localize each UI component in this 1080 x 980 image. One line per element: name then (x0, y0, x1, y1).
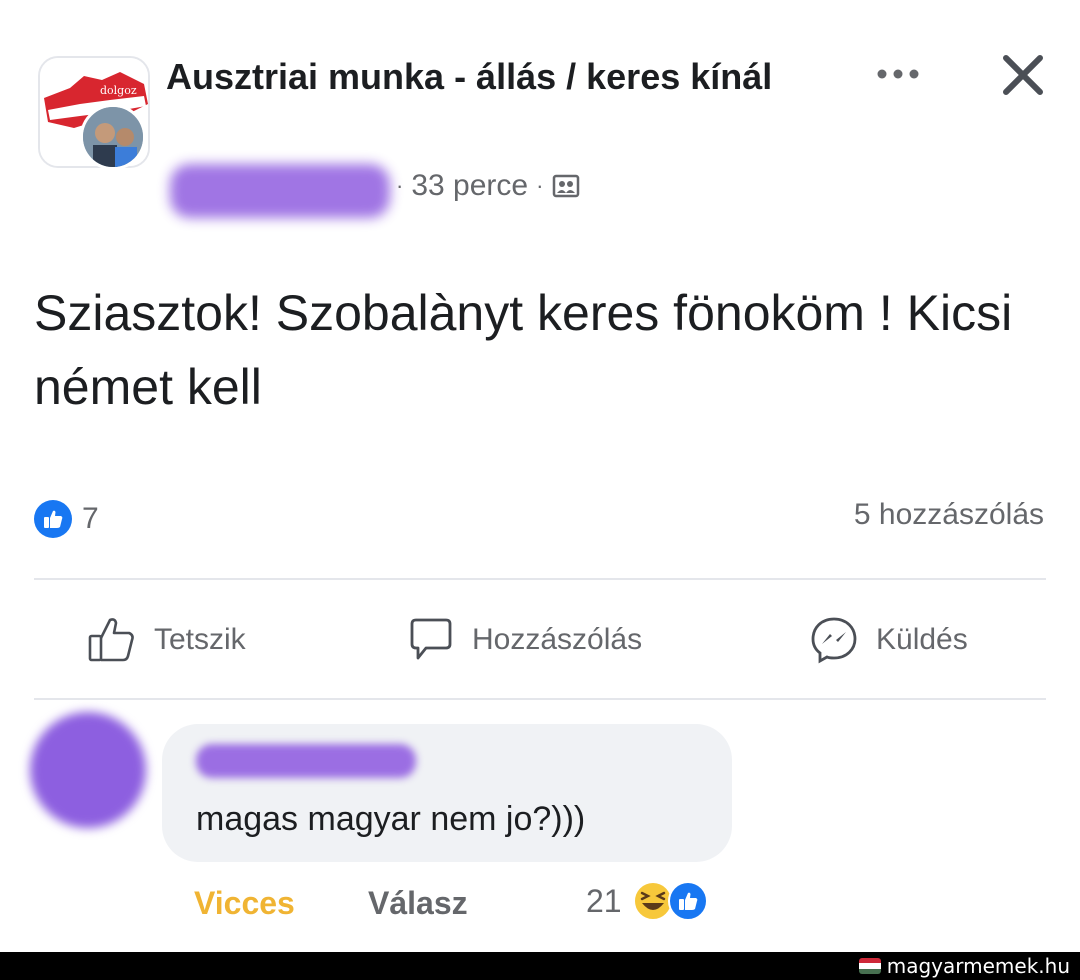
comment-text: magas magyar nem jo?))) (196, 800, 586, 838)
like-label: Tetszik (154, 623, 246, 656)
comment-bubble-icon (410, 618, 452, 660)
commenter-avatar-redacted[interactable] (30, 712, 146, 828)
comment-reaction-count: 21 (586, 882, 622, 919)
messenger-icon (811, 617, 857, 664)
send-label: Küldés (876, 623, 968, 656)
haha-reaction-button[interactable]: Vicces (194, 880, 295, 926)
post-meta: · 33 perce · (396, 166, 581, 206)
comment-reaction-summary[interactable]: 21 (586, 878, 708, 924)
author-avatar[interactable] (80, 104, 146, 170)
person-photo-icon (83, 107, 143, 167)
group-members-icon (551, 171, 581, 201)
comment-label: Hozzászólás (472, 623, 643, 656)
reply-button[interactable]: Válasz (368, 880, 468, 926)
like-reaction-icon (34, 500, 72, 538)
hungarian-flag-icon (858, 958, 881, 974)
comment-button[interactable]: Hozzászólás (404, 612, 642, 668)
author-name-redacted (170, 164, 390, 218)
divider (34, 698, 1046, 700)
send-button[interactable]: Küldés (808, 612, 968, 668)
meta-separator: · (396, 173, 404, 198)
like-button[interactable]: Tetszik (86, 612, 246, 668)
like-emoji-icon (667, 881, 708, 921)
meta-separator: · (536, 173, 544, 198)
close-icon[interactable] (1000, 52, 1046, 98)
reaction-count: 7 (82, 502, 99, 535)
post-time[interactable]: 33 perce (411, 169, 528, 203)
more-options-icon[interactable] (868, 60, 928, 90)
post-text: Sziasztok! Szobalànyt keres fönoköm ! Ki… (34, 285, 1013, 415)
comment-count[interactable]: 5 hozzászólás (854, 498, 1044, 532)
group-title[interactable]: Ausztriai munka - állás / keres kínál (166, 54, 826, 100)
divider (34, 578, 1046, 580)
watermark-text: magyarmemek.hu (886, 954, 1070, 978)
watermark-bar: magyarmemek.hu (0, 952, 1080, 980)
reaction-summary[interactable]: 7 (34, 500, 99, 538)
commenter-name-redacted (196, 744, 416, 778)
thumbs-up-icon (88, 618, 134, 662)
svg-text:dolgoz: dolgoz (100, 84, 137, 97)
